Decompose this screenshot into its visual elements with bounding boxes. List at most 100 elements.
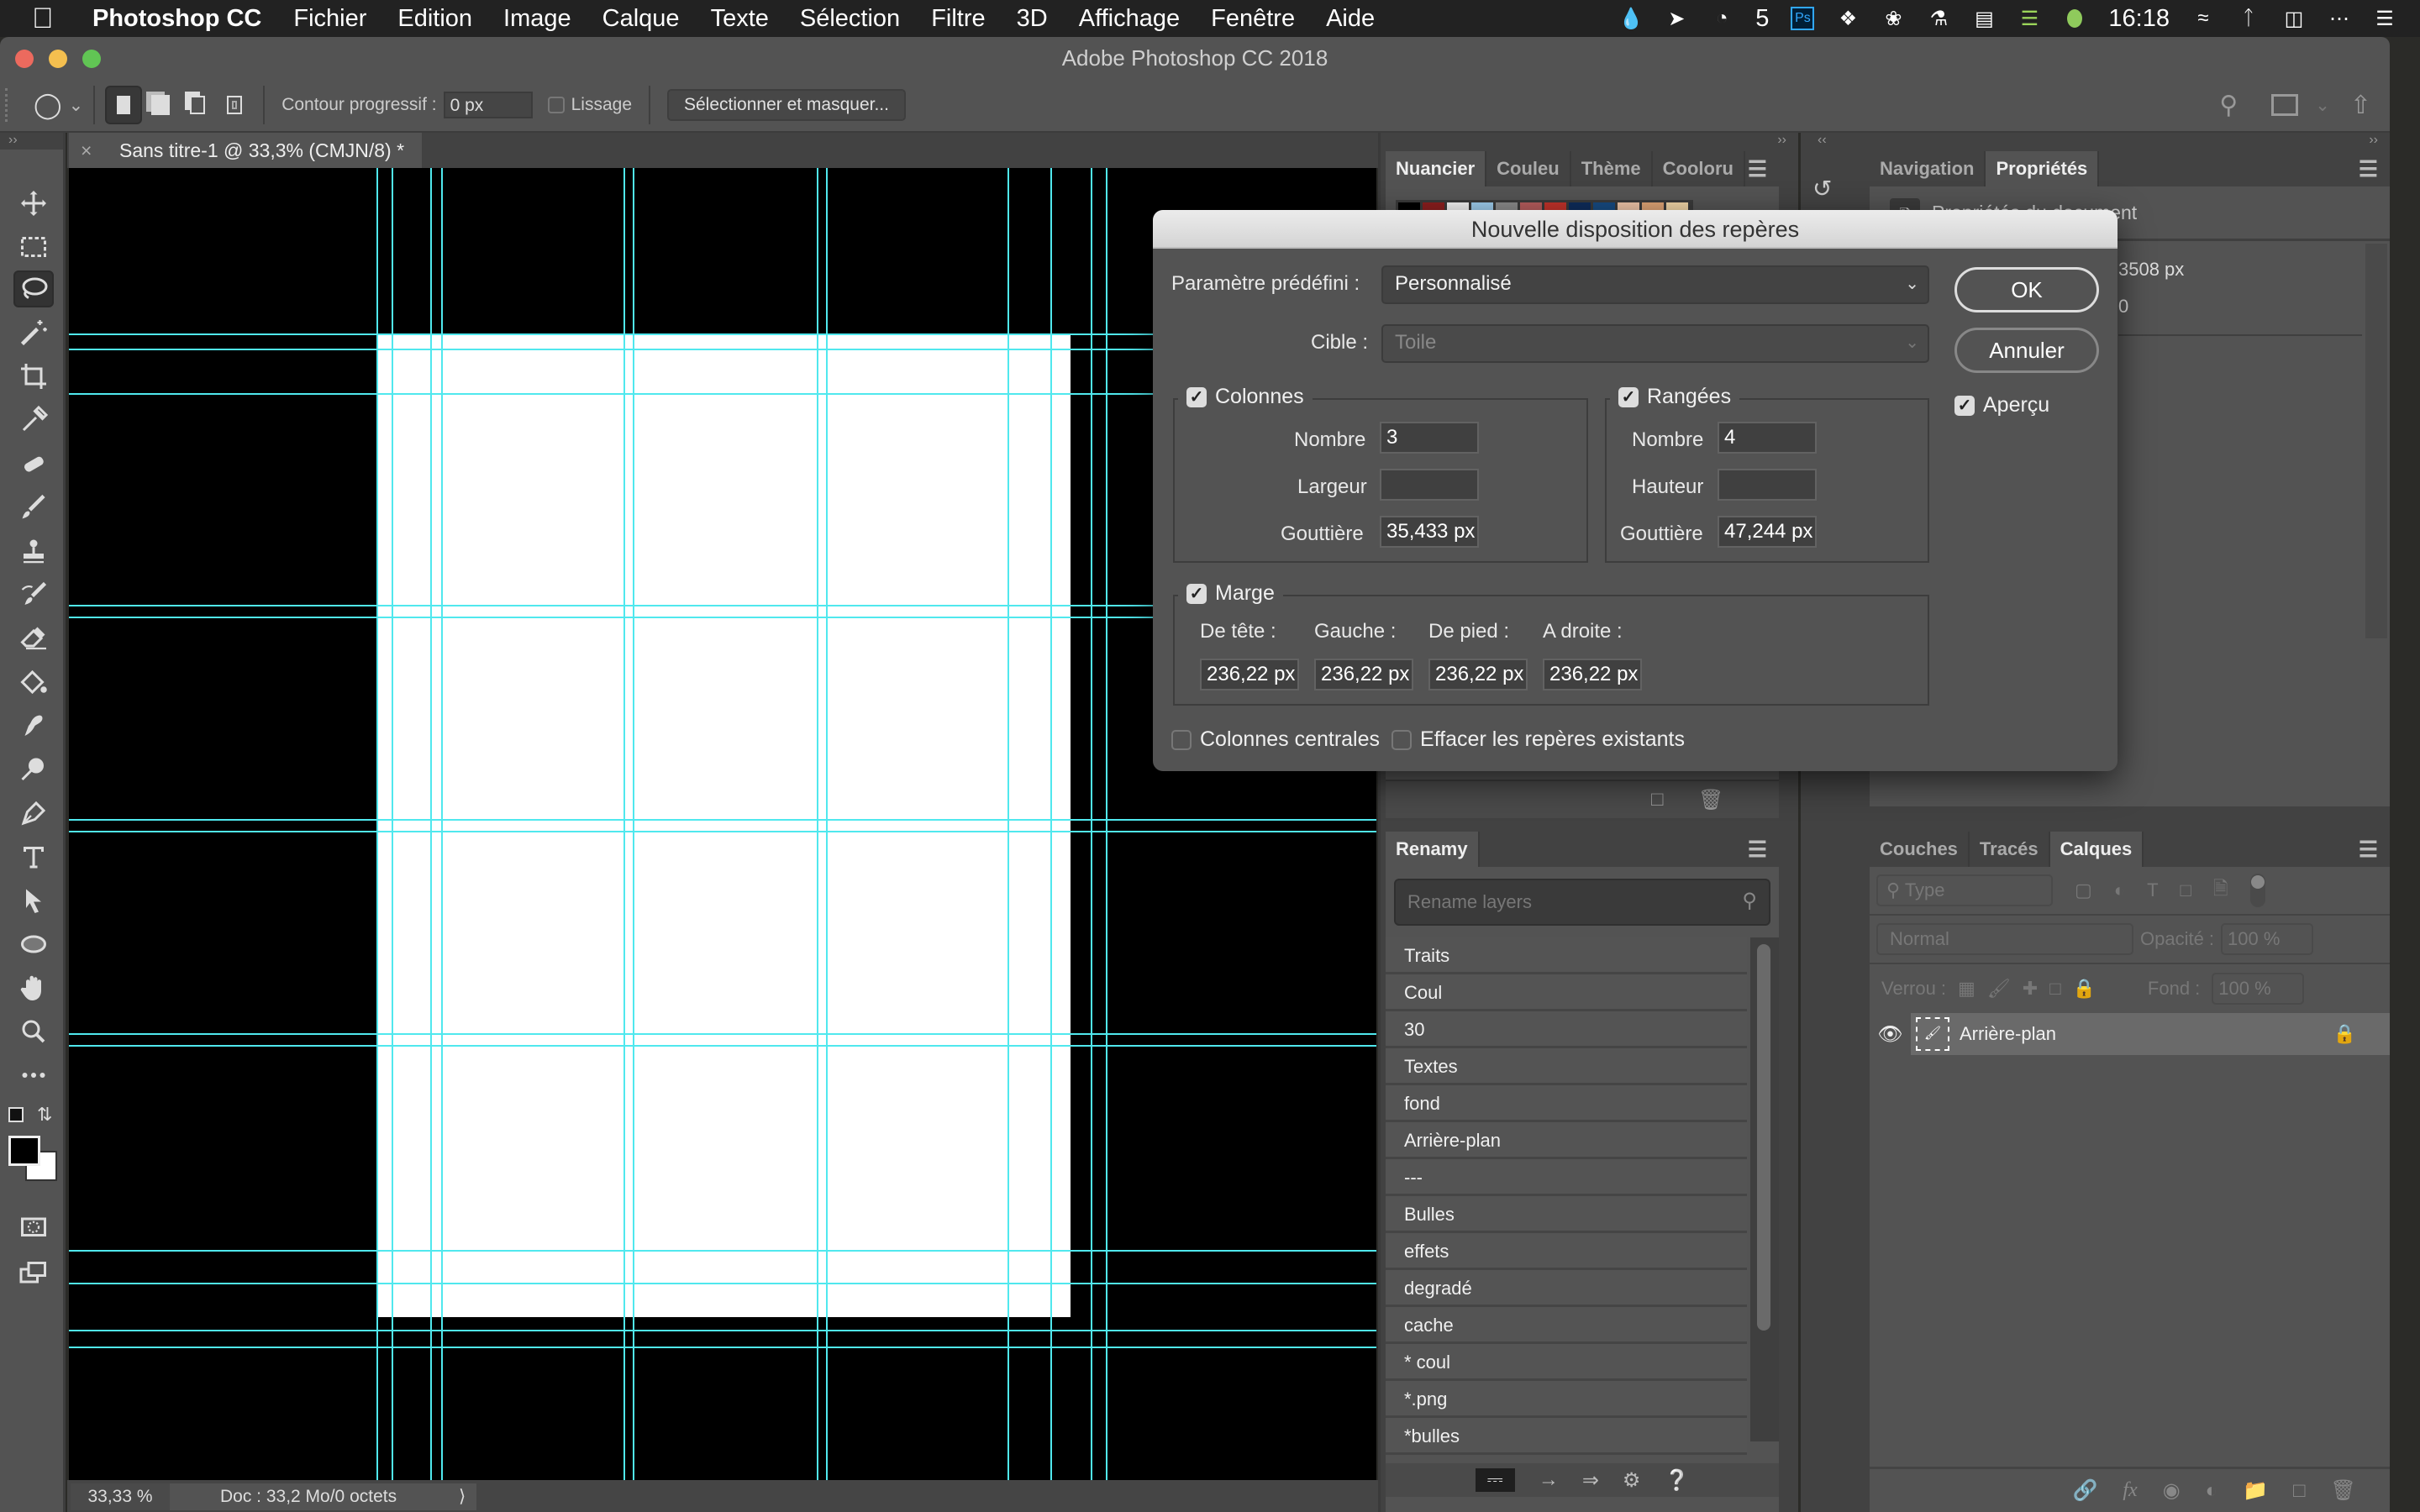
smudge-tool-icon[interactable] bbox=[13, 707, 54, 744]
link-layers-icon[interactable]: 🔗 bbox=[2072, 1478, 2097, 1503]
opacity-input[interactable]: 100 % bbox=[2221, 923, 2314, 955]
path-selection-tool-icon[interactable] bbox=[13, 882, 54, 919]
lock-artboard-icon[interactable]: □ bbox=[2049, 978, 2060, 1000]
double-arrow-right-icon[interactable]: ⇒ bbox=[1582, 1468, 1599, 1493]
renamy-list-item[interactable]: Traits bbox=[1386, 937, 1747, 974]
select-and-mask-button[interactable]: Sélectionner et masquer... bbox=[667, 89, 906, 121]
storage-icon[interactable]: ▤ bbox=[1972, 7, 1996, 30]
ok-button[interactable]: OK bbox=[1954, 267, 2099, 312]
menu-3d[interactable]: 3D bbox=[1017, 5, 1048, 33]
close-window-button[interactable] bbox=[15, 50, 34, 68]
battery-icon[interactable]: ◫ bbox=[2282, 7, 2306, 30]
hand-tool-icon[interactable] bbox=[13, 969, 54, 1006]
help-icon[interactable]: ❔ bbox=[1664, 1468, 1689, 1493]
search-icon[interactable]: ⚲ bbox=[2219, 91, 2238, 120]
clone-stamp-tool-icon[interactable] bbox=[13, 533, 54, 570]
green-dot-icon[interactable] bbox=[2063, 7, 2086, 30]
lasso-tool-icon[interactable] bbox=[13, 270, 54, 307]
dropbox-icon[interactable]: ❖ bbox=[1836, 7, 1860, 30]
renamy-list-item[interactable]: Coul bbox=[1386, 974, 1747, 1011]
magic-wand-tool-icon[interactable] bbox=[13, 314, 54, 351]
columns-width-input[interactable] bbox=[1380, 469, 1479, 501]
menu-texte[interactable]: Texte bbox=[711, 5, 769, 33]
subtract-selection-button[interactable] bbox=[179, 86, 216, 124]
tab-proprietes[interactable]: Propriétés bbox=[1986, 151, 2100, 186]
new-group-icon[interactable]: 📁 bbox=[2243, 1478, 2268, 1503]
renamy-menu-icon[interactable]: ☰ bbox=[1748, 832, 1767, 867]
tab-theme[interactable]: Thème bbox=[1571, 151, 1653, 186]
tab-couches[interactable]: Couches bbox=[1870, 832, 1970, 867]
close-tab-icon[interactable]: × bbox=[81, 133, 92, 168]
more-icon[interactable]: ⋯ bbox=[2328, 7, 2351, 30]
clock-app-icon[interactable]: ◔ bbox=[1710, 7, 1733, 30]
menu-fichier[interactable]: Fichier bbox=[293, 5, 366, 33]
layer-filter-select[interactable]: ⚲ Type bbox=[1876, 874, 2053, 906]
margin-checkbox[interactable]: ✓ bbox=[1186, 583, 1207, 604]
workspace-icon[interactable] bbox=[2271, 94, 2299, 116]
bluetooth-icon[interactable]: ᛏ bbox=[2237, 7, 2260, 30]
settings-gear-icon[interactable]: ⚙ bbox=[1623, 1468, 1641, 1493]
marquee-tool-icon[interactable] bbox=[13, 228, 54, 265]
scrollbar-thumb[interactable] bbox=[1757, 944, 1770, 1331]
delete-swatch-icon[interactable]: 🗑 bbox=[1698, 788, 1723, 812]
margin-bottom-input[interactable]: 236,22 px bbox=[1428, 659, 1528, 690]
foreground-color-swatch[interactable] bbox=[8, 1136, 40, 1166]
pen-tool-icon[interactable] bbox=[13, 795, 54, 832]
renamy-list-item[interactable]: effets bbox=[1386, 1233, 1747, 1270]
paint-bucket-tool-icon[interactable] bbox=[13, 664, 54, 701]
guide-horizontal[interactable] bbox=[69, 1045, 1376, 1047]
preview-checkbox[interactable]: ✓ bbox=[1954, 395, 1975, 416]
columns-number-input[interactable]: 3 bbox=[1380, 422, 1479, 454]
eyedropper-tool-icon[interactable] bbox=[13, 402, 54, 438]
rename-layers-search[interactable]: Rename layers ⚲ bbox=[1394, 879, 1770, 926]
renamy-list-item[interactable]: * coul bbox=[1386, 1344, 1747, 1381]
properties-scrollbar[interactable] bbox=[2365, 244, 2387, 638]
adjustment-layer-icon[interactable]: ◐ bbox=[2206, 1479, 2218, 1503]
guide-horizontal[interactable] bbox=[69, 1250, 1376, 1252]
quick-mask-icon[interactable] bbox=[13, 1208, 54, 1245]
menu-selection[interactable]: Sélection bbox=[800, 5, 900, 33]
apple-menu-icon[interactable]:  bbox=[32, 3, 82, 35]
crop-tool-icon[interactable] bbox=[13, 358, 54, 395]
clear-guides-checkbox[interactable] bbox=[1392, 729, 1413, 750]
history-panel-icon[interactable]: ↺ bbox=[1812, 175, 1849, 213]
minimize-window-button[interactable] bbox=[49, 50, 67, 68]
filter-toggle[interactable] bbox=[2249, 874, 2265, 907]
target-select[interactable]: Toile ⌄ bbox=[1381, 324, 1929, 363]
flask-icon[interactable]: ⚗ bbox=[1927, 7, 1950, 30]
delete-layer-icon[interactable]: 🗑 bbox=[2331, 1478, 2356, 1503]
margin-top-input[interactable]: 236,22 px bbox=[1200, 659, 1299, 690]
brush-tool-icon[interactable] bbox=[13, 489, 54, 526]
photoshop-icon[interactable]: Ps bbox=[1791, 7, 1815, 30]
menu-affichage[interactable]: Affichage bbox=[1079, 5, 1180, 33]
fx-icon[interactable]: fx bbox=[2123, 1479, 2137, 1502]
share-icon[interactable]: ⇧ bbox=[2350, 91, 2371, 120]
margin-right-input[interactable]: 236,22 px bbox=[1543, 659, 1642, 690]
swap-colors-icon[interactable]: ⇅ bbox=[37, 1104, 52, 1126]
layer-name[interactable]: Arrière-plan bbox=[1960, 1023, 2056, 1045]
menu-filtre[interactable]: Filtre bbox=[931, 5, 985, 33]
rows-height-input[interactable] bbox=[1718, 469, 1817, 501]
menu-image[interactable]: Image bbox=[503, 5, 571, 33]
new-swatch-icon[interactable]: □ bbox=[1651, 788, 1664, 811]
lock-transparency-icon[interactable]: ▦ bbox=[1958, 978, 1975, 1000]
tab-calques[interactable]: Calques bbox=[2049, 832, 2144, 867]
search-icon[interactable]: ⚲ bbox=[1742, 889, 1757, 913]
columns-toggle[interactable]: ✓ Colonnes bbox=[1178, 385, 1313, 409]
renamy-list-item[interactable]: cache bbox=[1386, 1307, 1747, 1344]
tab-coolorus[interactable]: Cooloru bbox=[1653, 151, 1745, 186]
menu-fenetre[interactable]: Fenêtre bbox=[1211, 5, 1295, 33]
tab-nuancier[interactable]: Nuancier bbox=[1386, 151, 1487, 186]
chevron-down-icon[interactable]: ⌄ bbox=[69, 95, 84, 116]
notification-center-icon[interactable]: ☰ bbox=[2373, 7, 2396, 30]
preview-toggle[interactable]: ✓ Aperçu bbox=[1954, 393, 2049, 417]
collapse-right-panels-icon[interactable]: ›› bbox=[1870, 133, 2390, 151]
menu-app-name[interactable]: Photoshop CC bbox=[92, 5, 261, 33]
filter-shape-icon[interactable]: □ bbox=[2181, 879, 2191, 901]
status-menu-chevron-icon[interactable]: ⟩ bbox=[459, 1483, 466, 1510]
document-canvas[interactable] bbox=[376, 333, 1071, 1317]
healing-brush-tool-icon[interactable] bbox=[13, 445, 54, 482]
menu-edition[interactable]: Edition bbox=[397, 5, 472, 33]
workspace-chevron-icon[interactable]: ⌄ bbox=[2315, 95, 2330, 116]
layers-menu-icon[interactable]: ☰ bbox=[2359, 832, 2378, 867]
